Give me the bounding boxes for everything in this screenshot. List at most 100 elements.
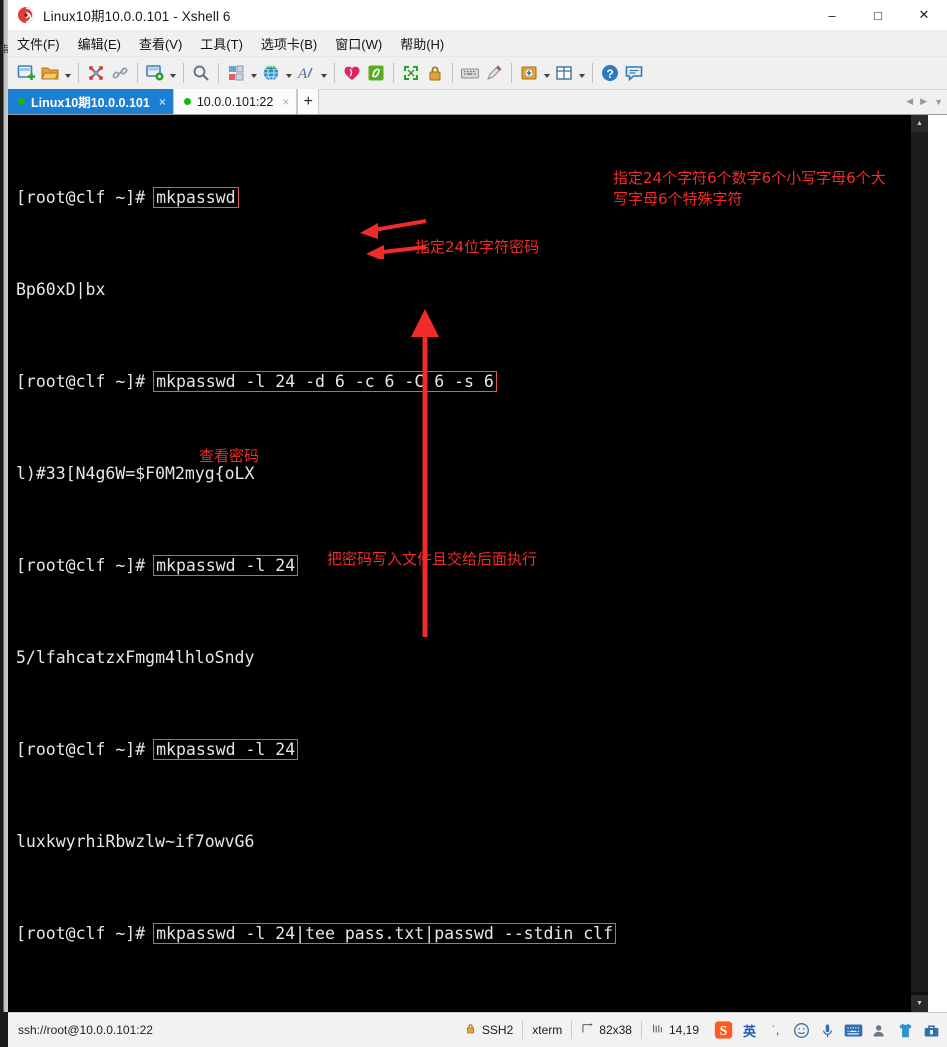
minimize-button[interactable]: – <box>809 0 855 30</box>
window-controls: – □ ✕ <box>809 0 947 30</box>
close-button[interactable]: ✕ <box>901 0 947 30</box>
keyboard-icon[interactable] <box>458 61 482 85</box>
tab-bar: Linux10期10.0.0.101 × 10.0.0.101:22 × + ◀… <box>8 89 947 115</box>
toolbar-separator <box>137 63 138 83</box>
toolbar-separator <box>592 63 593 83</box>
status-bar: ssh://root@10.0.0.101:22 SSH2 xterm 82x3… <box>8 1012 947 1047</box>
new-tab-button[interactable]: + <box>297 89 320 114</box>
ime-chinese-icon[interactable]: 英 <box>740 1021 759 1040</box>
scroll-down-icon[interactable]: ▼ <box>911 995 928 1012</box>
highlighted-command: mkpasswd -l 24|tee pass.txt|passwd --std… <box>153 923 617 944</box>
toolbar: A ? <box>8 57 947 90</box>
mic-icon[interactable] <box>818 1021 837 1040</box>
status-session-url: ssh://root@10.0.0.101:22 <box>18 1023 153 1037</box>
toolbox-icon[interactable] <box>922 1021 941 1040</box>
keyboard-icon[interactable] <box>844 1021 863 1040</box>
menu-edit[interactable]: 编辑(E) <box>69 31 130 56</box>
new-session-icon[interactable] <box>14 61 38 85</box>
chevron-down-icon[interactable] <box>576 61 587 85</box>
annotation-view-password: 查看密码 <box>199 447 260 465</box>
annotation-24-char-password: 指定24位字符密码 <box>415 238 540 256</box>
tab-10-0-0-101-22[interactable]: 10.0.0.101:22 × <box>172 89 298 114</box>
feedback-icon[interactable] <box>622 61 646 85</box>
menu-tab[interactable]: 选项卡(B) <box>252 31 326 56</box>
close-icon[interactable]: × <box>159 95 166 109</box>
terminal-scrollbar[interactable]: ▲ ▼ <box>911 115 928 1012</box>
session-properties-icon[interactable] <box>143 61 167 85</box>
toolbar-separator <box>218 63 219 83</box>
svg-text:S: S <box>720 1023 728 1038</box>
fullscreen-icon[interactable] <box>399 61 423 85</box>
quick-command-icon[interactable] <box>482 61 506 85</box>
arrange-icon[interactable] <box>552 61 576 85</box>
emoji-icon[interactable] <box>792 1021 811 1040</box>
annotation-full-spec: 指定24个字符6个数字6个小写字母6个大 写字母6个特殊字符 <box>613 169 886 208</box>
menu-tools[interactable]: 工具(T) <box>191 31 252 56</box>
help-icon[interactable]: ? <box>598 61 622 85</box>
xshell-logo-icon <box>17 6 35 24</box>
columns-icon <box>651 1022 664 1038</box>
scrollbar-thumb[interactable] <box>911 132 928 992</box>
chevron-down-icon[interactable] <box>318 61 329 85</box>
sogou-logo-icon[interactable]: S <box>714 1021 733 1040</box>
status-right-group: SSH2 xterm 82x38 14,19 S 英 ˙, <box>455 1018 947 1042</box>
command-output: 5/lfahcatzxFmgm4lhloSndy <box>16 648 255 667</box>
disconnect-icon[interactable] <box>84 61 108 85</box>
toolbar-separator <box>452 63 453 83</box>
status-terminal-type: xterm <box>532 1023 563 1037</box>
command-output: luxkwyrhiRbwzlw~if7owvG6 <box>16 832 255 851</box>
tab-menu-icon[interactable]: ▼ <box>934 97 943 107</box>
search-icon[interactable] <box>189 61 213 85</box>
toolbar-separator <box>78 63 79 83</box>
terminal-view[interactable]: [root@clf ~]# mkpasswd Bp60xD|bx [root@c… <box>8 115 928 1012</box>
connection-status-dot <box>183 98 191 105</box>
ime-punctuation-icon[interactable]: ˙, <box>766 1021 785 1040</box>
tab-prev-icon[interactable]: ◀ <box>906 96 913 107</box>
user-icon[interactable] <box>870 1021 889 1040</box>
annotation-write-to-file: 把密码写入文件且交给后面执行 <box>327 550 538 568</box>
tab-label: Linux10期10.0.0.101 <box>31 96 150 110</box>
shell-prompt: [root@clf ~]# <box>16 924 156 943</box>
chevron-down-icon[interactable] <box>283 61 294 85</box>
command-output: Bp60xD|bx <box>16 280 106 299</box>
highlighted-command: mkpasswd -l 24 <box>153 555 299 576</box>
terminal-line: 5/lfahcatzxFmgm4lhloSndy <box>16 646 614 669</box>
menu-view[interactable]: 查看(V) <box>130 31 191 56</box>
lock-icon[interactable] <box>423 61 447 85</box>
toolbar-separator <box>511 63 512 83</box>
shirt-icon[interactable] <box>896 1021 915 1040</box>
scroll-up-icon[interactable]: ▲ <box>911 115 928 132</box>
highlight-icon[interactable] <box>364 61 388 85</box>
chevron-down-icon[interactable] <box>167 61 178 85</box>
lock-icon <box>464 1022 477 1038</box>
menu-bar: 文件(F) 编辑(E) 查看(V) 工具(T) 选项卡(B) 窗口(W) 帮助(… <box>8 30 947 57</box>
status-protocol: SSH2 <box>455 1019 522 1041</box>
shell-prompt: [root@clf ~]# <box>16 556 156 575</box>
terminal-line: [root@clf ~]# mkpasswd -l 24 -d 6 -c 6 -… <box>16 370 614 393</box>
tab-linux10-10-0-0-101[interactable]: Linux10期10.0.0.101 × <box>8 89 173 114</box>
svg-text:?: ? <box>606 67 613 81</box>
chevron-down-icon[interactable] <box>62 61 73 85</box>
statusbar-edge <box>0 1012 8 1047</box>
menu-window[interactable]: 窗口(W) <box>326 31 391 56</box>
shell-prompt: [root@clf ~]# <box>16 188 156 207</box>
tab-next-icon[interactable]: ▶ <box>920 96 927 107</box>
shell-prompt: [root@clf ~]# <box>16 740 156 759</box>
chevron-down-icon[interactable] <box>248 61 259 85</box>
font-icon[interactable]: A <box>294 61 318 85</box>
system-tray: S 英 ˙, <box>708 1017 947 1043</box>
toolbar-separator <box>183 63 184 83</box>
menu-help[interactable]: 帮助(H) <box>391 31 453 56</box>
annotation-arrow-long <box>411 309 439 637</box>
close-icon[interactable]: × <box>282 95 289 109</box>
open-folder-icon[interactable] <box>38 61 62 85</box>
desktop-sliver-text: 指 <box>0 44 8 53</box>
globe-icon[interactable] <box>259 61 283 85</box>
compose-icon[interactable] <box>340 61 364 85</box>
chevron-down-icon[interactable] <box>541 61 552 85</box>
maximize-button[interactable]: □ <box>855 0 901 30</box>
layout-icon[interactable] <box>224 61 248 85</box>
transfer-icon[interactable] <box>517 61 541 85</box>
link-icon[interactable] <box>108 61 132 85</box>
menu-file[interactable]: 文件(F) <box>8 31 69 56</box>
